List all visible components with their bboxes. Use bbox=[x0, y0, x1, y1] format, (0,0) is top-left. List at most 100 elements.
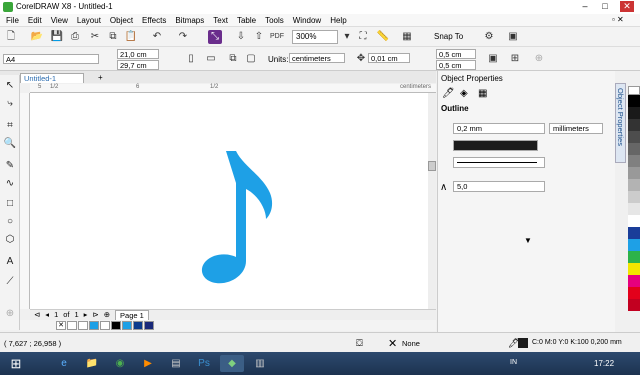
menu-table[interactable]: Table bbox=[234, 14, 262, 27]
nudge-distance-input[interactable]: 0,01 cm bbox=[368, 53, 410, 63]
duplicate-distance-y[interactable]: 0,5 cm bbox=[436, 60, 476, 70]
page-options-icon[interactable]: ⊞ bbox=[508, 52, 522, 66]
corel-connect-icon[interactable]: ⤡ bbox=[208, 30, 222, 44]
add-icon[interactable]: ⊕ bbox=[532, 52, 546, 66]
menu-file[interactable]: File bbox=[3, 14, 25, 27]
black-swatch[interactable] bbox=[628, 95, 640, 107]
ie-icon[interactable]: e bbox=[52, 355, 76, 372]
music-note-path[interactable] bbox=[201, 151, 273, 284]
portrait-icon[interactable]: ▯ bbox=[184, 52, 198, 66]
gray-swatch[interactable] bbox=[628, 179, 640, 191]
landscape-icon[interactable]: ▭ bbox=[204, 52, 218, 66]
text-tool-icon[interactable]: A bbox=[3, 255, 17, 269]
language-indicator[interactable]: IN bbox=[510, 359, 517, 366]
outline-units-select[interactable]: millimeters bbox=[549, 123, 603, 134]
restore-icon[interactable]: ▫ ✕ bbox=[612, 15, 624, 24]
document-tab-untitled[interactable]: Untitled-1 bbox=[20, 73, 84, 83]
full-screen-icon[interactable]: ⛶ bbox=[356, 30, 370, 44]
dock-tab-object-properties[interactable]: Object Properties bbox=[615, 83, 626, 163]
import-icon[interactable]: ⇩ bbox=[234, 30, 248, 44]
page-size-select[interactable]: A4 bbox=[3, 54, 99, 64]
crop-tool-icon[interactable]: ⌗ bbox=[3, 119, 17, 133]
menu-view[interactable]: View bbox=[48, 14, 74, 27]
start-button-icon[interactable]: ⊞ bbox=[4, 355, 28, 372]
page-height-input[interactable]: 29,7 cm bbox=[117, 60, 159, 70]
gray-swatch[interactable] bbox=[628, 191, 640, 203]
gray-swatch[interactable] bbox=[628, 131, 640, 143]
menu-edit[interactable]: Edit bbox=[25, 14, 48, 27]
zoom-level-input[interactable]: 300% bbox=[292, 30, 338, 44]
polygon-tool-icon[interactable]: ⬡ bbox=[3, 233, 17, 247]
duplicate-distance-x[interactable]: 0,5 cm bbox=[436, 49, 476, 59]
open-icon[interactable]: 📂 bbox=[30, 30, 44, 44]
explorer-icon[interactable]: 📁 bbox=[80, 355, 104, 372]
cyan-swatch[interactable] bbox=[122, 321, 132, 330]
drawing-canvas[interactable] bbox=[30, 93, 428, 309]
menu-tools[interactable]: Tools bbox=[262, 14, 290, 27]
chrome-icon[interactable]: ◉ bbox=[108, 355, 132, 372]
fill-icon[interactable]: ◈ bbox=[460, 88, 468, 99]
gray-swatch[interactable] bbox=[628, 107, 640, 119]
navy-swatch[interactable] bbox=[144, 321, 154, 330]
white-swatch[interactable] bbox=[100, 321, 110, 330]
menu-layout[interactable]: Layout bbox=[74, 14, 107, 27]
cut-icon[interactable]: ✂ bbox=[88, 30, 102, 44]
expand-panel-icon[interactable]: ▼ bbox=[524, 236, 532, 245]
page-width-input[interactable]: 21,0 cm bbox=[117, 49, 159, 59]
gray-swatch[interactable] bbox=[628, 143, 640, 155]
maximize-icon[interactable]: □ bbox=[598, 1, 612, 12]
gray-swatch[interactable] bbox=[628, 119, 640, 131]
vertical-ruler[interactable] bbox=[20, 93, 30, 309]
undo-icon[interactable]: ↶ bbox=[150, 30, 164, 44]
artistic-media-icon[interactable]: ∿ bbox=[3, 177, 17, 191]
shape-tool-icon[interactable]: ⤷ bbox=[3, 97, 17, 111]
show-rulers-icon[interactable]: 📏 bbox=[376, 30, 390, 44]
units-select[interactable]: centimeters bbox=[289, 53, 345, 63]
blue-swatch[interactable] bbox=[133, 321, 143, 330]
treat-as-filled-icon[interactable]: ▣ bbox=[486, 52, 500, 66]
application-launcher-icon[interactable]: ▣ bbox=[506, 30, 520, 44]
scroll-thumb[interactable] bbox=[428, 161, 436, 171]
white-swatch[interactable] bbox=[67, 321, 77, 330]
menu-text[interactable]: Text bbox=[210, 14, 234, 27]
export-icon[interactable]: ⇧ bbox=[252, 30, 266, 44]
red-swatch[interactable] bbox=[628, 299, 640, 311]
photoshop-icon[interactable]: Ps bbox=[192, 355, 216, 372]
no-color-swatch[interactable]: ✕ bbox=[56, 321, 66, 330]
close-icon[interactable]: ✕ bbox=[620, 1, 634, 12]
green-swatch[interactable] bbox=[628, 251, 640, 263]
gray-swatch[interactable] bbox=[628, 155, 640, 167]
current-page-icon[interactable]: ▢ bbox=[244, 52, 258, 66]
miter-limit-input[interactable]: 5,0 bbox=[453, 181, 545, 192]
all-pages-icon[interactable]: ⧉ bbox=[226, 52, 240, 66]
clock[interactable]: 17:22 bbox=[594, 359, 614, 368]
outline-width-input[interactable]: 0,2 mm bbox=[453, 123, 545, 134]
menu-object[interactable]: Object bbox=[107, 14, 139, 27]
menu-bitmaps[interactable]: Bitmaps bbox=[172, 14, 210, 27]
add-tab-icon[interactable]: + bbox=[98, 73, 103, 82]
menu-window[interactable]: Window bbox=[290, 14, 327, 27]
red-swatch[interactable] bbox=[628, 287, 640, 299]
zoom-dropdown-icon[interactable]: ▾ bbox=[340, 30, 354, 44]
copy-icon[interactable]: ⧉ bbox=[106, 30, 120, 44]
blue-swatch[interactable] bbox=[628, 227, 640, 239]
vertical-scrollbar[interactable] bbox=[428, 93, 436, 309]
add-tool-icon[interactable]: ⊕ bbox=[3, 307, 17, 321]
pick-tool-icon[interactable]: ↖ bbox=[3, 79, 17, 93]
no-color-swatch[interactable] bbox=[628, 86, 640, 95]
snap-to-dropdown[interactable]: Snap To bbox=[434, 32, 463, 41]
horizontal-ruler[interactable]: 5 1/2 6 1/2 centimeters bbox=[30, 84, 436, 93]
outline-pen-icon[interactable]: 🖊 bbox=[442, 88, 455, 99]
white-swatch[interactable] bbox=[78, 321, 88, 330]
save-icon[interactable]: 💾 bbox=[50, 30, 64, 44]
cyan-swatch[interactable] bbox=[89, 321, 99, 330]
freehand-tool-icon[interactable]: ✎ bbox=[3, 159, 17, 173]
gray-swatch[interactable] bbox=[628, 167, 640, 179]
transparency-icon[interactable]: ▦ bbox=[478, 88, 487, 99]
zoom-tool-icon[interactable]: 🔍 bbox=[3, 137, 17, 151]
new-document-icon[interactable]: 🗋 bbox=[4, 30, 18, 44]
dimension-tool-icon[interactable]: ⟋ bbox=[3, 275, 17, 289]
line-style-select[interactable] bbox=[453, 157, 545, 168]
outline-color-picker[interactable] bbox=[453, 140, 538, 151]
music-note-shape[interactable] bbox=[30, 93, 428, 309]
